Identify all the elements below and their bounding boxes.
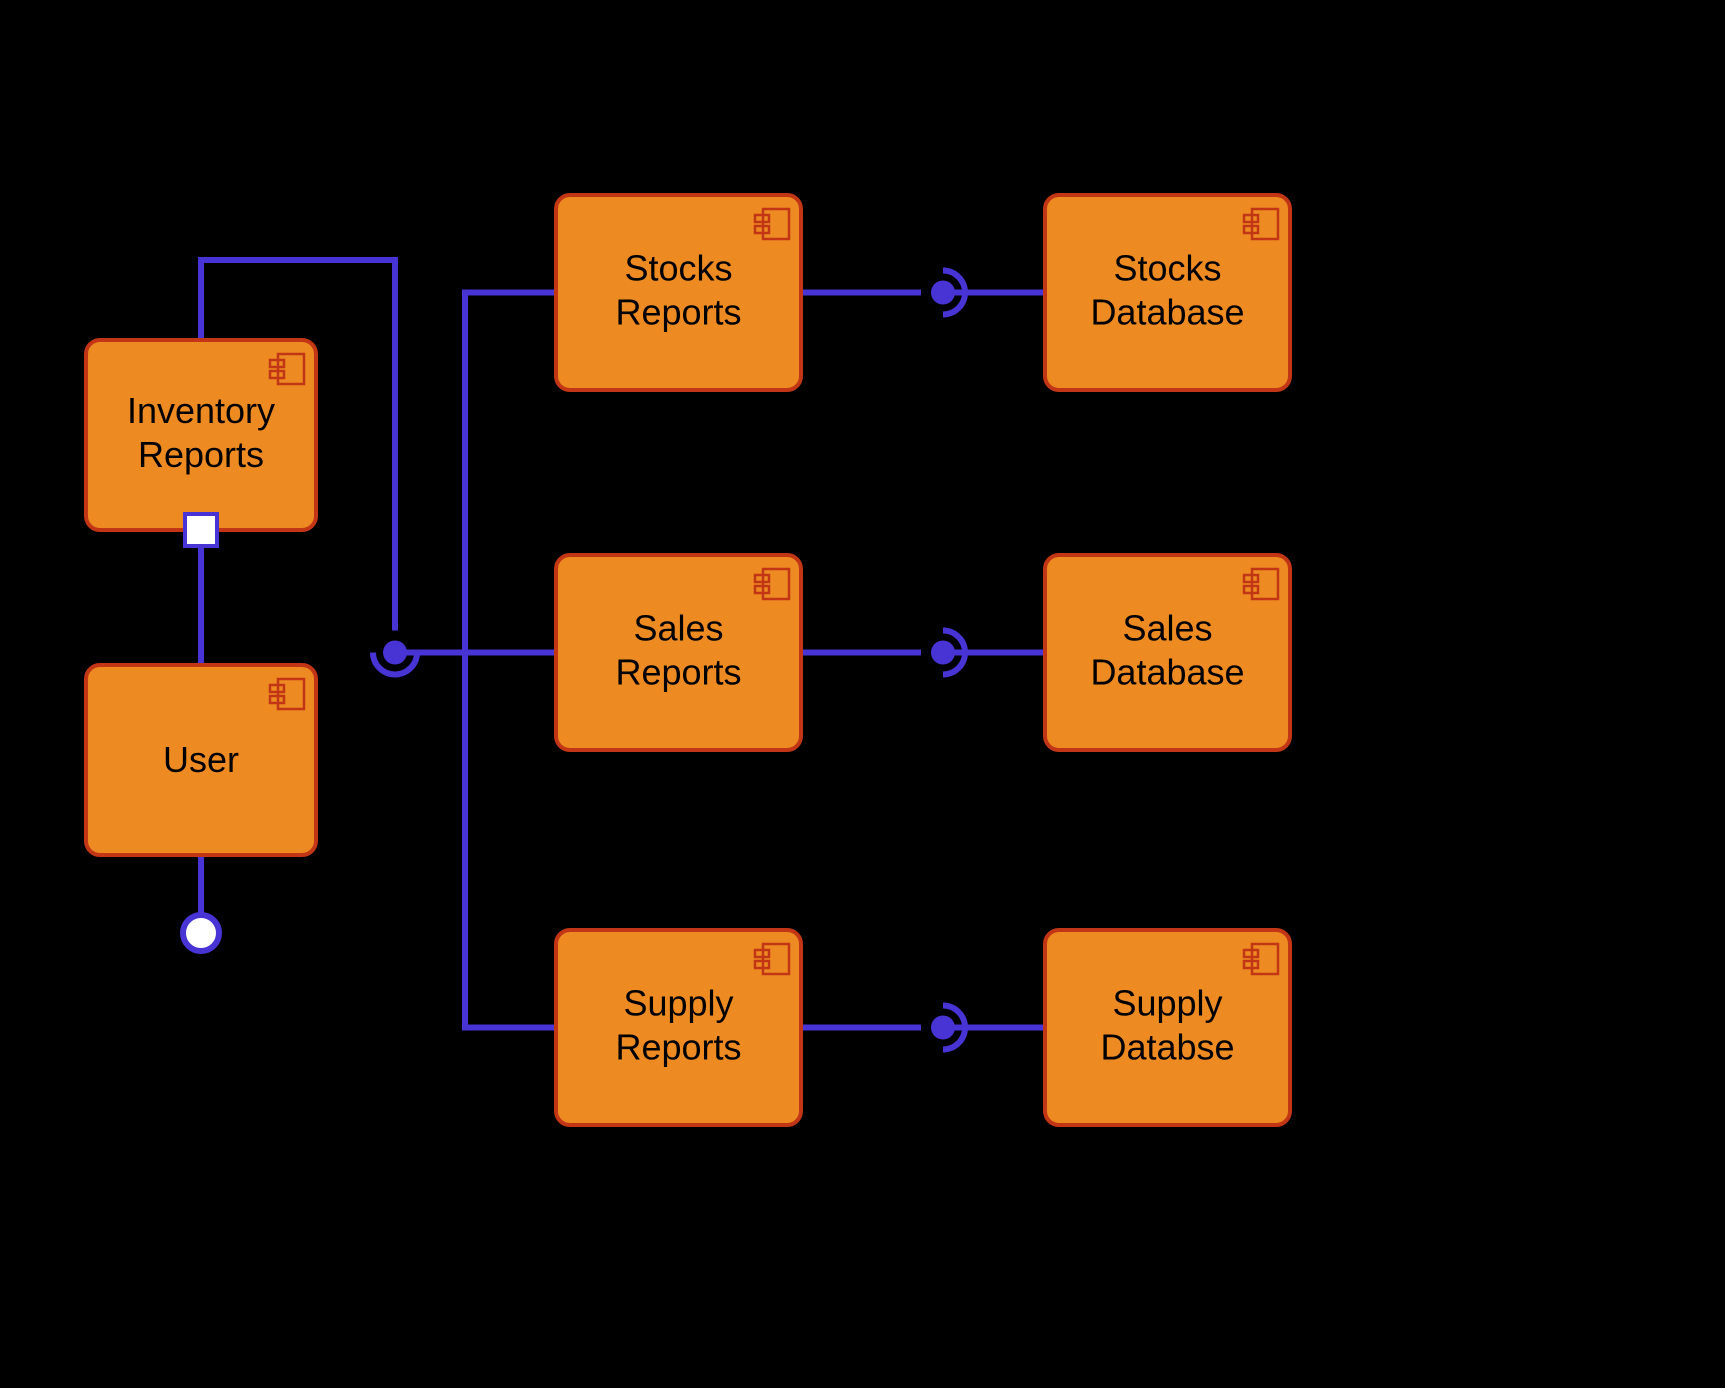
component-label: Reports [138, 434, 264, 475]
component-user: User [86, 665, 316, 855]
component-label: Reports [615, 1027, 741, 1068]
component-inventory-reports: InventoryReports [86, 340, 316, 530]
component-label: Supply [623, 983, 733, 1024]
component-label: User [163, 739, 239, 780]
component-label: Databse [1100, 1027, 1234, 1068]
component-label: Inventory [127, 390, 275, 431]
component-label: Database [1090, 652, 1244, 693]
component-supply-database: SupplyDatabse [1045, 930, 1290, 1125]
component-label: Reports [615, 652, 741, 693]
component-label: Stocks [624, 248, 732, 289]
required-interface-icon [373, 641, 417, 675]
component-label: Supply [1112, 983, 1222, 1024]
component-label: Reports [615, 292, 741, 333]
component-sales-database: SalesDatabase [1045, 555, 1290, 750]
component-label: Sales [1122, 608, 1212, 649]
component-label: Database [1090, 292, 1244, 333]
interface-ball-icon [183, 915, 219, 951]
component-sales-reports: SalesReports [556, 555, 801, 750]
connector [465, 653, 556, 1028]
component-label: Sales [633, 608, 723, 649]
connector [465, 293, 556, 653]
component-supply-reports: SupplyReports [556, 930, 801, 1125]
component-label: Stocks [1113, 248, 1221, 289]
component-stocks-reports: StocksReports [556, 195, 801, 390]
component-stocks-database: StocksDatabase [1045, 195, 1290, 390]
uml-component-diagram: InventoryReportsUserStocksReportsSalesRe… [0, 0, 1725, 1388]
port-icon [185, 514, 217, 546]
